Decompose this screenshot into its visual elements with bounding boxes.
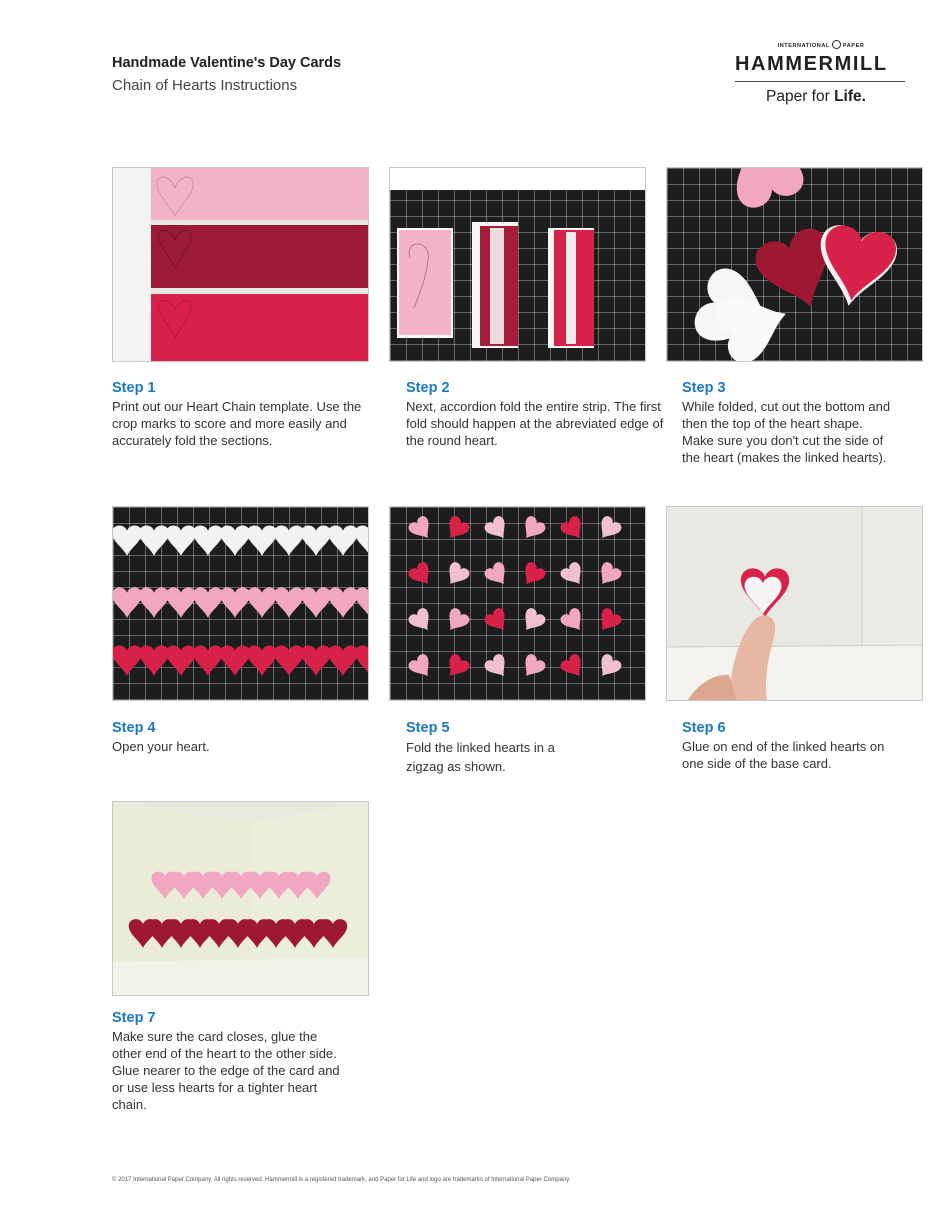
step-2-photo [389, 167, 646, 362]
glue-heart-photo [667, 507, 922, 700]
ip-emblem-icon [831, 40, 841, 49]
step-1-text: Print out our Heart Chain template. Use … [112, 399, 362, 448]
step-5-title: Step 5 [406, 720, 450, 736]
brand-name: HAMMERMILL [735, 53, 888, 75]
accordion-fold-photo [390, 168, 645, 361]
step-1-photo [112, 167, 369, 362]
step-1-title: Step 1 [112, 380, 156, 396]
finished-card-photo [113, 802, 368, 995]
step-3-photo [666, 167, 923, 362]
document-subtitle: Chain of Hearts Instructions [112, 77, 298, 94]
zigzag-hearts-photo [390, 507, 645, 700]
heart-chains-photo [113, 507, 368, 700]
logo-divider [735, 81, 905, 82]
step-5-text: Fold the linked hearts in a zigzag as sh… [406, 740, 555, 774]
step-2-text: Next, accordion fold the entire strip. T… [406, 399, 664, 448]
step-3-text: While folded, cut out the bottom and the… [682, 399, 891, 465]
step-4-title: Step 4 [112, 720, 156, 736]
step-7-title: Step 7 [112, 1010, 156, 1026]
hammermill-logo: INTERNATIONAL PAPER HAMMERMILL Paper for … [733, 40, 909, 112]
step-7-photo [112, 801, 369, 996]
step-4-text: Open your heart. [112, 739, 210, 754]
step-4-photo [112, 506, 369, 701]
step-5-photo [389, 506, 646, 701]
step-2-title: Step 2 [406, 380, 450, 396]
step-6-text: Glue on end of the linked hearts on one … [682, 739, 885, 771]
ip-company-right: PAPER [842, 42, 865, 49]
tagline-bold: Life. [834, 88, 866, 105]
copyright-footer: © 2017 International Paper Company. All … [112, 1177, 571, 1183]
document-title: Handmade Valentine's Day Cards [112, 55, 342, 71]
cut-hearts-photo [667, 168, 922, 361]
step-3-title: Step 3 [682, 380, 726, 396]
heart-template-strips-photo [113, 168, 368, 361]
step-7-text: Make sure the card closes, glue the othe… [112, 1029, 340, 1112]
step-6-title: Step 6 [682, 720, 726, 736]
international-paper-mark: INTERNATIONAL PAPER [733, 40, 909, 50]
tagline: Paper for Life. [766, 88, 866, 106]
tagline-prefix: Paper for [766, 88, 830, 105]
ip-company-left: INTERNATIONAL [777, 42, 830, 49]
step-6-photo [666, 506, 923, 701]
